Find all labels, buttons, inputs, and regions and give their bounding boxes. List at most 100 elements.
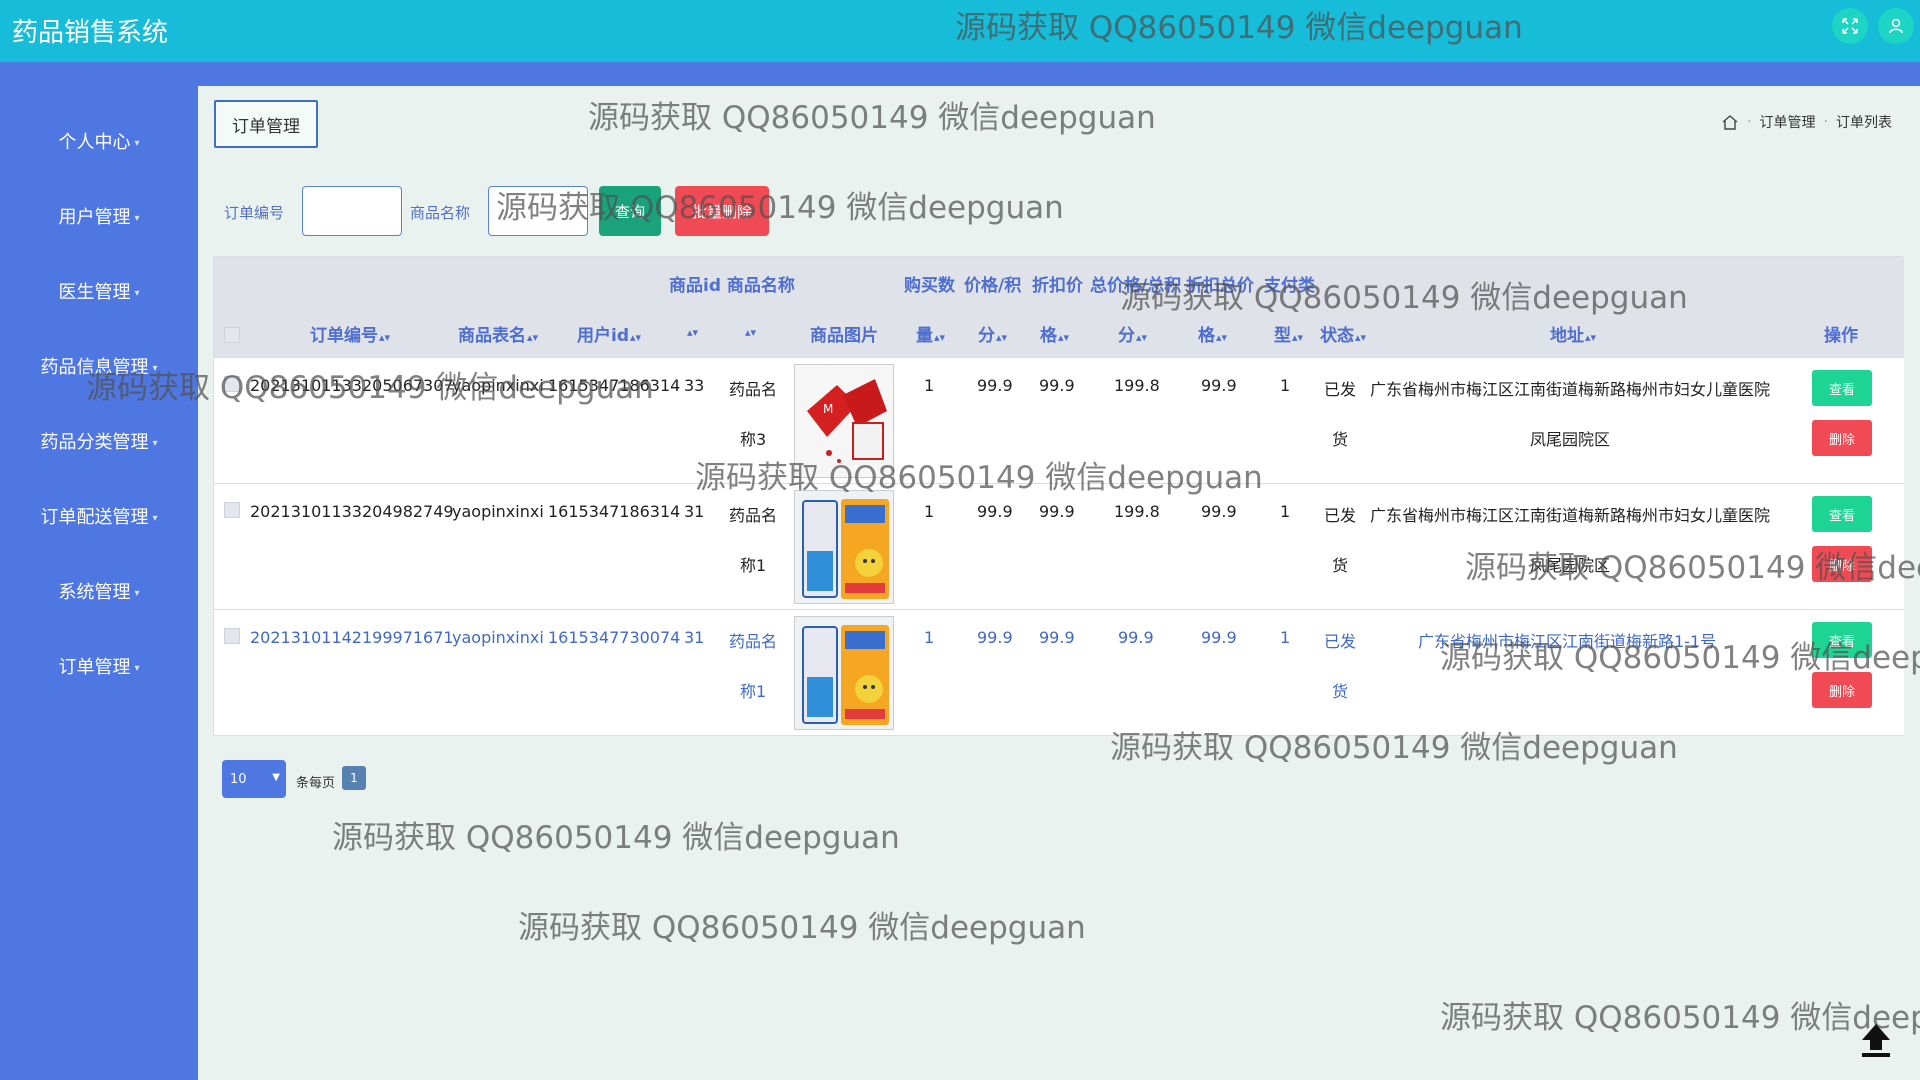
sidebar-item-user-management[interactable]: 用户管理 ▾ bbox=[0, 203, 198, 229]
total-cell: 99.9 bbox=[1118, 628, 1154, 647]
breadcrumb-item: 订单列表 bbox=[1836, 115, 1892, 131]
table-name-cell: yaopinxinxi bbox=[452, 628, 544, 647]
header-order-no[interactable]: 订单编号▴▾ bbox=[310, 321, 390, 346]
total-discount-cell: 99.9 bbox=[1201, 376, 1237, 395]
row-checkbox[interactable] bbox=[224, 502, 240, 518]
row-checkbox[interactable] bbox=[224, 376, 240, 392]
address-cell: 凤尾园院区 bbox=[1530, 430, 1611, 449]
sort-icon: ▴▾ bbox=[687, 326, 699, 339]
header-total: 总价格/总积 bbox=[1090, 276, 1182, 296]
header-goods-name-sort[interactable]: ▴▾ bbox=[744, 321, 756, 341]
header-total-discount: 折扣总价 bbox=[1186, 276, 1254, 296]
header-total-sort[interactable]: 分▴▾ bbox=[1118, 321, 1147, 346]
sidebar-item-doctor-management[interactable]: 医生管理 ▾ bbox=[0, 278, 198, 304]
table-name-cell: yaopinxinxi bbox=[452, 376, 544, 395]
header-goods-id-sort[interactable]: ▴▾ bbox=[686, 321, 698, 341]
payment-cell: 1 bbox=[1280, 376, 1291, 395]
product-name-input[interactable] bbox=[488, 186, 588, 236]
query-button[interactable]: 查询 bbox=[599, 186, 661, 236]
sidebar-item-system-management[interactable]: 系统管理 ▾ bbox=[0, 578, 198, 604]
view-button[interactable]: 查看 bbox=[1812, 622, 1872, 658]
fullscreen-icon[interactable] bbox=[1832, 8, 1868, 44]
total-cell: 199.8 bbox=[1114, 502, 1160, 521]
sidebar-item-drug-info[interactable]: 药品信息管理 ▾ bbox=[0, 353, 198, 379]
row-checkbox[interactable] bbox=[224, 628, 240, 644]
table-row: 20213101133204982749 yaopinxinxi 1615347… bbox=[214, 483, 1904, 609]
user-id-cell: 1615347186314 bbox=[548, 376, 681, 395]
header-user-id[interactable]: 用户id▴▾ bbox=[577, 321, 641, 346]
user-id-cell: 1615347730074 bbox=[548, 628, 681, 647]
sidebar-item-label: 用户管理 bbox=[58, 207, 131, 228]
page-size-select[interactable]: 10 ▼ bbox=[222, 760, 286, 798]
status-cell: 已发 bbox=[1324, 632, 1357, 651]
sidebar-item-order-management[interactable]: 订单管理 ▾ bbox=[0, 653, 198, 679]
sort-icon: ▴▾ bbox=[1136, 331, 1148, 344]
payment-cell: 1 bbox=[1280, 502, 1291, 521]
home-icon[interactable] bbox=[1721, 114, 1739, 130]
sort-icon: ▴▾ bbox=[630, 331, 642, 344]
app-title: 药品销售系统 bbox=[12, 18, 169, 48]
header-status[interactable]: 状态▴▾ bbox=[1320, 321, 1366, 346]
main-content: 订单管理 · 订单管理 · 订单列表 订单编号 商品名称 查询 批量删除 商品i… bbox=[198, 86, 1920, 1080]
sidebar-item-personal-center[interactable]: 个人中心 ▾ bbox=[0, 128, 198, 154]
sort-icon: ▴▾ bbox=[1355, 331, 1367, 344]
breadcrumb-separator: · bbox=[1823, 114, 1828, 130]
quantity-cell: 1 bbox=[924, 502, 935, 521]
table-name-cell: yaopinxinxi bbox=[452, 502, 544, 521]
order-no-input[interactable] bbox=[302, 186, 402, 236]
svg-text:M: M bbox=[823, 402, 833, 416]
sidebar-item-drug-category[interactable]: 药品分类管理 ▾ bbox=[0, 428, 198, 454]
orders-table: 商品id 商品名称 购买数 价格/积 折扣价 总价格/总积 折扣总价 支付类 订… bbox=[213, 256, 1904, 736]
per-page-label: 条每页 bbox=[296, 776, 336, 791]
view-button[interactable]: 查看 bbox=[1812, 370, 1872, 406]
page-size-value: 10 bbox=[230, 771, 247, 787]
header-total-discount-sort[interactable]: 格▴▾ bbox=[1198, 321, 1227, 346]
batch-delete-button[interactable]: 批量删除 bbox=[675, 186, 769, 236]
sidebar-item-order-delivery[interactable]: 订单配送管理 ▾ bbox=[0, 503, 198, 529]
address-cell: 广东省梅州市梅江区江南街道梅新路梅州市妇女儿童医院 bbox=[1370, 380, 1771, 399]
breadcrumb-item[interactable]: 订单管理 bbox=[1760, 112, 1816, 132]
top-header: 药品销售系统 bbox=[0, 0, 1920, 62]
header-payment-sort[interactable]: 型▴▾ bbox=[1274, 321, 1303, 346]
goods-id-cell: 31 bbox=[684, 628, 705, 647]
select-all-checkbox[interactable] bbox=[224, 327, 240, 343]
delete-button[interactable]: 删除 bbox=[1812, 546, 1872, 582]
caret-down-icon: ▾ bbox=[134, 137, 140, 149]
order-no-cell: 20213101142199971671 bbox=[250, 628, 454, 647]
caret-down-icon: ▾ bbox=[152, 512, 158, 524]
header-price: 价格/积 bbox=[964, 276, 1022, 296]
order-no-label: 订单编号 bbox=[224, 204, 285, 222]
header-table-name[interactable]: 商品表名▴▾ bbox=[458, 321, 538, 346]
page-number-button[interactable]: 1 bbox=[342, 766, 366, 790]
price-cell: 99.9 bbox=[977, 628, 1013, 647]
delete-button[interactable]: 删除 bbox=[1812, 420, 1872, 456]
goods-name-cell: 药品名 bbox=[729, 380, 778, 399]
delete-button[interactable]: 删除 bbox=[1812, 672, 1872, 708]
header-strip bbox=[0, 62, 1920, 86]
header-actions: 操作 bbox=[1824, 326, 1858, 346]
header-quantity-sort[interactable]: 量▴▾ bbox=[916, 321, 945, 346]
header-discount-sort[interactable]: 格▴▾ bbox=[1040, 321, 1069, 346]
total-cell: 199.8 bbox=[1114, 376, 1160, 395]
caret-down-icon: ▾ bbox=[134, 587, 140, 599]
product-image bbox=[794, 616, 894, 730]
sort-icon: ▴▾ bbox=[996, 331, 1008, 344]
sort-icon: ▴▾ bbox=[1585, 331, 1597, 344]
status-cell: 已发 bbox=[1324, 506, 1357, 525]
header-image: 商品图片 bbox=[810, 326, 878, 346]
header-price-sort[interactable]: 分▴▾ bbox=[978, 321, 1007, 346]
sort-icon: ▴▾ bbox=[1292, 331, 1304, 344]
view-button[interactable]: 查看 bbox=[1812, 496, 1872, 532]
breadcrumb-separator: · bbox=[1747, 114, 1752, 130]
status-cell: 已发 bbox=[1324, 380, 1357, 399]
quantity-cell: 1 bbox=[924, 376, 935, 395]
order-no-cell: 20213101133205067307 bbox=[250, 376, 454, 395]
product-image: M bbox=[794, 364, 894, 478]
header-discount: 折扣价 bbox=[1032, 276, 1083, 296]
goods-id-cell: 31 bbox=[684, 502, 705, 521]
user-icon[interactable] bbox=[1878, 8, 1914, 44]
goods-id-cell: 33 bbox=[684, 376, 705, 395]
page-tab[interactable]: 订单管理 bbox=[214, 100, 318, 148]
header-address[interactable]: 地址▴▾ bbox=[1550, 321, 1596, 346]
back-to-top-icon[interactable] bbox=[1856, 1020, 1896, 1060]
